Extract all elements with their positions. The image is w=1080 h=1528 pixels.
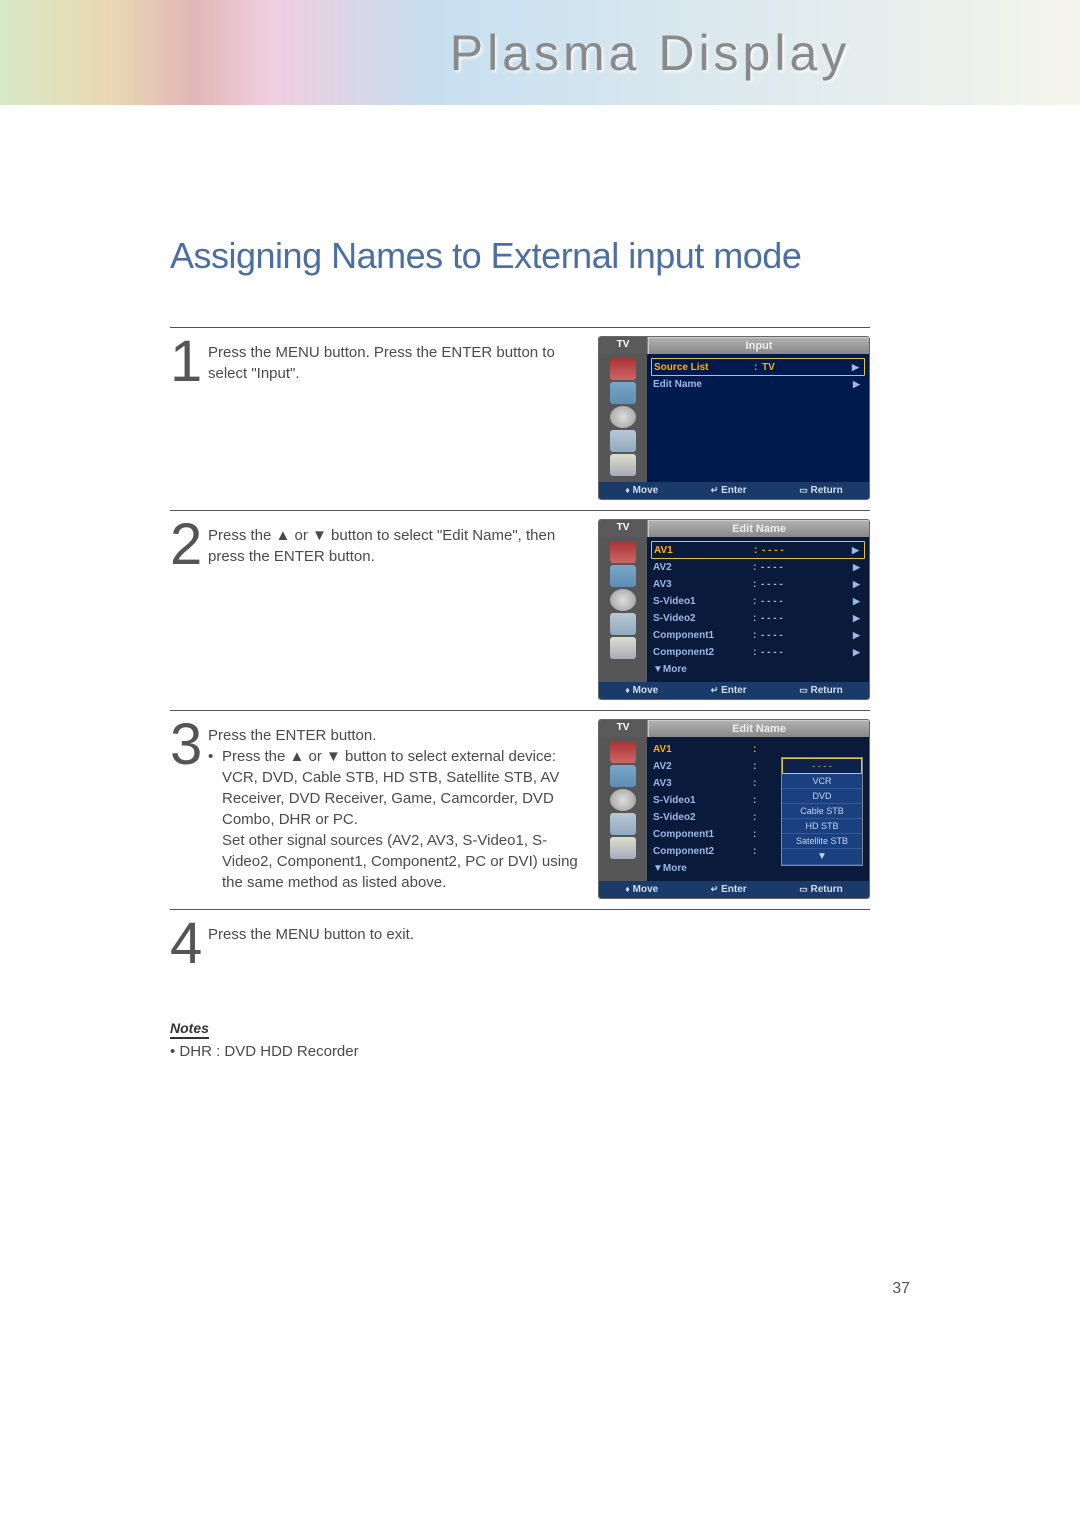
step-text: Press the ▲ or ▼ button to select "Edit … — [208, 519, 578, 567]
input-icon — [610, 358, 636, 380]
osd-mode-label: TV — [599, 337, 648, 354]
menu-item-more[interactable]: ▼More — [653, 661, 863, 678]
page-title: Assigning Names to External input mode — [170, 235, 910, 277]
notes-heading: Notes — [170, 1020, 209, 1039]
notes-section: Notes • DHR : DVD HDD Recorder — [170, 1020, 910, 1060]
menu-item-av3[interactable]: AV3:- - - -▶ — [653, 576, 863, 593]
sound-icon — [610, 589, 636, 611]
hint-enter: ↵ Enter — [711, 884, 747, 895]
osd-panel-3: TV Edit Name AV1: AV2: — [598, 719, 870, 899]
step-4: 4 Press the MENU button to exit. — [170, 909, 870, 980]
sound-icon — [610, 789, 636, 811]
sound-icon — [610, 406, 636, 428]
osd-mode-label: TV — [599, 720, 648, 737]
step-number: 4 — [170, 918, 208, 970]
osd-footer: ♦ Move ↵ Enter ▭ Return — [599, 482, 869, 499]
dropdown-more-icon[interactable]: ▼ — [782, 849, 862, 865]
osd-footer: ♦ Move ↵ Enter ▭ Return — [599, 682, 869, 699]
input-icon — [610, 741, 636, 763]
hint-return: ▭ Return — [799, 485, 843, 496]
step-1: 1 Press the MENU button. Press the ENTER… — [170, 327, 870, 510]
osd-menu-list: AV1:- - - -▶ AV2:- - - -▶ AV3:- - - -▶ S… — [647, 537, 869, 682]
channel-icon — [610, 613, 636, 635]
hint-move: ♦ Move — [625, 884, 658, 895]
menu-item-component2[interactable]: Component2:- - - -▶ — [653, 644, 863, 661]
step-number: 1 — [170, 336, 208, 388]
setup-icon — [610, 837, 636, 859]
menu-item-svideo1[interactable]: S-Video1:- - - -▶ — [653, 593, 863, 610]
setup-icon — [610, 454, 636, 476]
osd-panel-1: TV Input Source List: — [598, 336, 870, 500]
menu-item-edit-name[interactable]: Edit Name▶ — [653, 376, 863, 393]
hint-enter: ↵ Enter — [711, 485, 747, 496]
setup-icon — [610, 637, 636, 659]
banner-title: Plasma Display — [450, 24, 851, 82]
osd-sidebar-icons — [599, 354, 647, 482]
picture-icon — [610, 565, 636, 587]
picture-icon — [610, 765, 636, 787]
dropdown-item-satstb[interactable]: Satellite STB — [782, 834, 862, 849]
dropdown-item-dvd[interactable]: DVD — [782, 789, 862, 804]
dropdown-item-cablestb[interactable]: Cable STB — [782, 804, 862, 819]
step-text: Press the ENTER button. Press the ▲ or ▼… — [208, 719, 578, 893]
osd-menu-list: Source List:TV▶ Edit Name▶ — [647, 354, 869, 482]
hint-return: ▭ Return — [799, 884, 843, 895]
dropdown-item-hdstb[interactable]: HD STB — [782, 819, 862, 834]
device-dropdown[interactable]: - - - - VCR DVD Cable STB HD STB Satelli… — [781, 757, 863, 866]
menu-item-av1[interactable]: AV1: — [653, 741, 863, 758]
menu-item-svideo2[interactable]: S-Video2:- - - -▶ — [653, 610, 863, 627]
input-icon — [610, 541, 636, 563]
dropdown-item-blank[interactable]: - - - - — [782, 758, 862, 774]
channel-icon — [610, 813, 636, 835]
steps-section: 1 Press the MENU button. Press the ENTER… — [170, 327, 870, 980]
osd-title: Edit Name — [648, 520, 869, 537]
step-3: 3 Press the ENTER button. Press the ▲ or… — [170, 710, 870, 909]
osd-footer: ♦ Move ↵ Enter ▭ Return — [599, 881, 869, 898]
osd-title: Edit Name — [648, 720, 869, 737]
hint-enter: ↵ Enter — [711, 685, 747, 696]
hint-move: ♦ Move — [625, 485, 658, 496]
step-number: 3 — [170, 719, 208, 771]
step-text: Press the MENU button. Press the ENTER b… — [208, 336, 578, 384]
osd-mode-label: TV — [599, 520, 648, 537]
step-number: 2 — [170, 519, 208, 571]
menu-item-av1[interactable]: AV1:- - - -▶ — [651, 541, 865, 559]
hint-move: ♦ Move — [625, 685, 658, 696]
step-text: Press the MENU button to exit. — [208, 918, 608, 945]
osd-menu-list: AV1: AV2: AV3: S-Video1: S-Video2: Compo… — [647, 737, 869, 881]
osd-title: Input — [648, 337, 869, 354]
notes-item: • DHR : DVD HDD Recorder — [170, 1043, 910, 1060]
page-content: Assigning Names to External input mode 1… — [0, 105, 1080, 1338]
menu-item-source-list[interactable]: Source List:TV▶ — [651, 358, 865, 376]
header-banner: Plasma Display — [0, 0, 1080, 105]
osd-sidebar-icons — [599, 737, 647, 881]
picture-icon — [610, 382, 636, 404]
menu-item-component1[interactable]: Component1:- - - -▶ — [653, 627, 863, 644]
step-2: 2 Press the ▲ or ▼ button to select "Edi… — [170, 510, 870, 710]
channel-icon — [610, 430, 636, 452]
hint-return: ▭ Return — [799, 685, 843, 696]
osd-sidebar-icons — [599, 537, 647, 682]
page-number: 37 — [170, 1280, 910, 1298]
menu-item-av2[interactable]: AV2:- - - -▶ — [653, 559, 863, 576]
dropdown-item-vcr[interactable]: VCR — [782, 774, 862, 789]
osd-panel-2: TV Edit Name AV1:- - - -▶ — [598, 519, 870, 700]
